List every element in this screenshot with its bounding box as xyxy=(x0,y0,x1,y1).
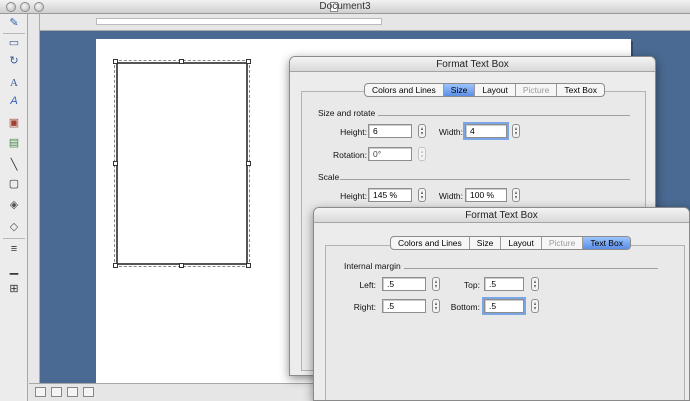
toolbox-divider xyxy=(3,238,25,239)
tab-layout[interactable]: Layout xyxy=(475,84,516,96)
section-divider xyxy=(340,179,630,180)
selection-icon[interactable]: ▭ xyxy=(6,36,22,50)
scale-height-label: Height: xyxy=(340,191,367,201)
section-divider xyxy=(404,268,658,269)
rotate-icon[interactable]: ↻ xyxy=(6,54,22,68)
wordart-icon[interactable]: A xyxy=(6,94,22,108)
clip-art-icon[interactable]: ▣ xyxy=(6,116,22,130)
page-layout-view-icon[interactable] xyxy=(67,387,78,397)
ruler-text-area xyxy=(96,18,382,25)
left-margin-field[interactable]: .5 xyxy=(382,277,426,291)
tab-text-box[interactable]: Text Box xyxy=(557,84,604,96)
notebook-view-icon[interactable] xyxy=(83,387,94,397)
rotation-label: Rotation: xyxy=(332,150,367,160)
rotation-field[interactable]: 0° xyxy=(368,147,412,161)
resize-handle-e[interactable] xyxy=(246,161,251,166)
outline-view-icon[interactable] xyxy=(51,387,62,397)
picture-icon[interactable]: ▤ xyxy=(6,136,22,150)
tab-picture: Picture xyxy=(542,237,584,249)
resize-handle-se[interactable] xyxy=(246,263,251,268)
tab-colors-and-lines[interactable]: Colors and Lines xyxy=(365,84,444,96)
bottom-margin-stepper[interactable] xyxy=(531,299,539,313)
resize-handle-w[interactable] xyxy=(113,161,118,166)
height-stepper[interactable] xyxy=(418,124,426,138)
width-stepper[interactable] xyxy=(512,124,520,138)
line-style-icon[interactable]: ≡ xyxy=(6,242,22,256)
top-margin-stepper[interactable] xyxy=(531,277,539,291)
internal-margin-heading: Internal margin xyxy=(344,261,401,271)
right-margin-stepper[interactable] xyxy=(432,299,440,313)
text-box-icon[interactable]: A xyxy=(6,76,22,90)
tab-size[interactable]: Size xyxy=(443,84,476,96)
right-margin-label: Right: xyxy=(353,302,376,312)
fill-color-icon[interactable]: ◇ xyxy=(6,220,22,234)
line-color-icon[interactable]: ▁ xyxy=(6,262,22,276)
normal-view-icon[interactable] xyxy=(35,387,46,397)
tab-picture: Picture xyxy=(516,84,558,96)
tab-text-box[interactable]: Text Box xyxy=(583,237,630,249)
rectangle-icon[interactable]: ▢ xyxy=(6,177,22,191)
resize-handle-nw[interactable] xyxy=(113,59,118,64)
resize-handle-sw[interactable] xyxy=(113,263,118,268)
rotation-stepper xyxy=(418,147,426,161)
tab-layout[interactable]: Layout xyxy=(501,237,542,249)
scale-heading: Scale xyxy=(318,172,340,182)
scale-height-field[interactable]: 145 % xyxy=(368,188,412,202)
scale-width-stepper[interactable] xyxy=(512,188,520,202)
scale-height-stepper[interactable] xyxy=(418,188,426,202)
format-text-box-dialog-text-box: Format Text Box Colors and Lines Size La… xyxy=(313,207,690,401)
bottom-margin-field[interactable]: .5 xyxy=(482,297,526,315)
drawing-toolbox: ✎ ▭ ↻ A A ▣ ▤ ╲ ▢ ◈ ◇ ≡ ▁ ⊞ xyxy=(0,14,28,401)
dialog-title[interactable]: Format Text Box xyxy=(290,57,655,72)
bottom-margin-label: Bottom: xyxy=(450,302,480,312)
window-title: Document3 xyxy=(319,1,371,12)
vertical-ruler[interactable] xyxy=(29,14,40,386)
right-margin-field[interactable]: .5 xyxy=(382,299,426,313)
formatting-palette-icon[interactable]: ✎ xyxy=(6,16,22,30)
resize-handle-n[interactable] xyxy=(179,59,184,64)
selected-text-box[interactable] xyxy=(114,60,250,267)
font-color-icon[interactable]: ⊞ xyxy=(6,282,22,296)
resize-handle-s[interactable] xyxy=(179,263,184,268)
autoshapes-icon[interactable]: ◈ xyxy=(6,198,22,212)
resize-handle-ne[interactable] xyxy=(246,59,251,64)
height-label: Height: xyxy=(340,127,367,137)
text-box-dialog-tabs: Colors and Lines Size Layout Picture Tex… xyxy=(390,236,631,250)
scale-width-label: Width: xyxy=(438,191,463,201)
toolbox-divider xyxy=(3,33,25,34)
size-dialog-tabs: Colors and Lines Size Layout Picture Tex… xyxy=(364,83,605,97)
scale-width-field[interactable]: 100 % xyxy=(465,188,507,202)
tab-colors-and-lines[interactable]: Colors and Lines xyxy=(391,237,470,249)
dialog-title[interactable]: Format Text Box xyxy=(314,208,689,223)
height-field[interactable]: 6 xyxy=(368,124,412,138)
title-bar[interactable]: Document3 xyxy=(0,0,690,14)
section-divider xyxy=(378,115,630,116)
top-margin-label: Top: xyxy=(463,280,480,290)
width-label: Width: xyxy=(438,127,463,137)
left-margin-label: Left: xyxy=(359,280,376,290)
size-rotate-heading: Size and rotate xyxy=(318,108,376,118)
top-margin-field[interactable]: .5 xyxy=(484,277,524,291)
width-field[interactable]: 4 xyxy=(463,122,509,140)
tab-size[interactable]: Size xyxy=(470,237,502,249)
line-icon[interactable]: ╲ xyxy=(6,158,22,172)
left-margin-stepper[interactable] xyxy=(432,277,440,291)
